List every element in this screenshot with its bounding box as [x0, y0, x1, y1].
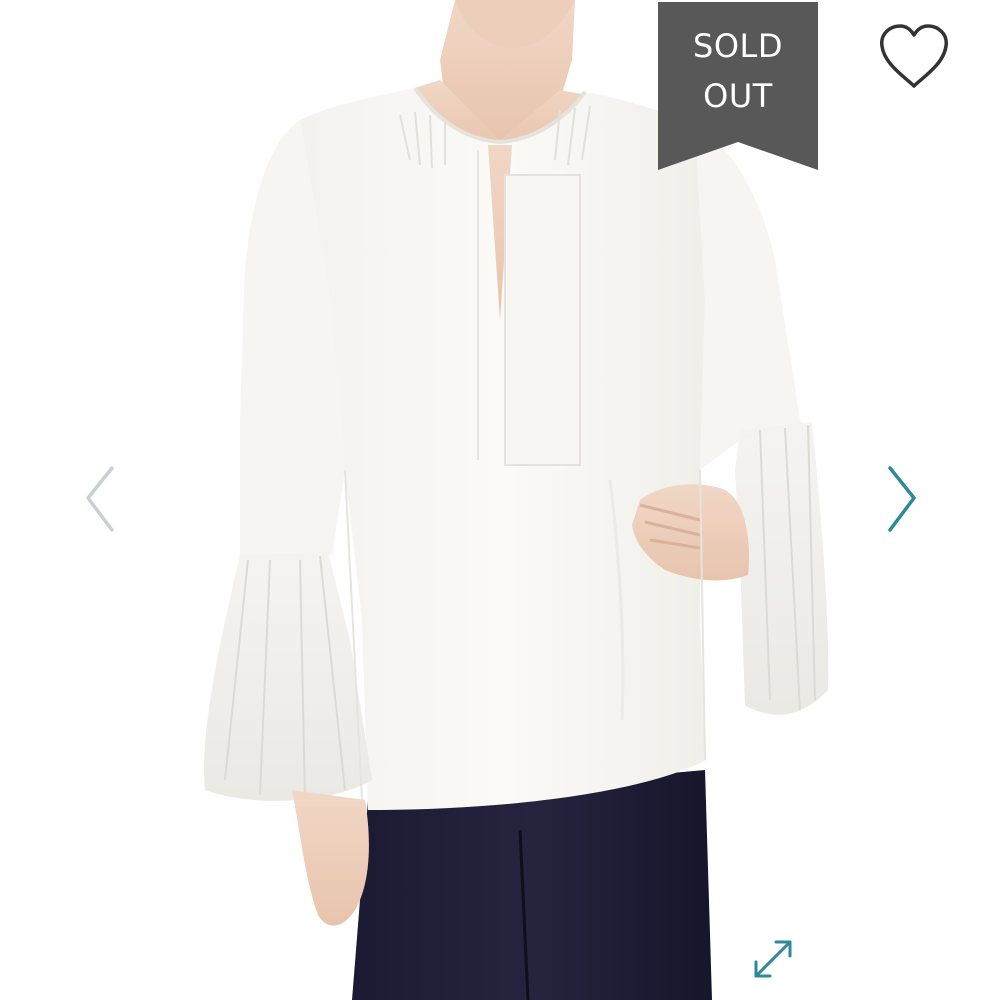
sold-out-text-line2: OUT — [703, 77, 773, 115]
product-photo — [204, 0, 829, 1000]
next-image-button[interactable] — [876, 460, 926, 540]
chevron-right-icon — [888, 466, 916, 532]
expand-image-button[interactable] — [746, 934, 800, 984]
expand-arrows-icon — [754, 940, 792, 978]
chevron-left-icon — [86, 466, 114, 532]
like-button[interactable] — [876, 22, 952, 92]
sold-out-text-line1: SOLD — [693, 27, 783, 65]
previous-image-button[interactable] — [76, 460, 126, 540]
product-image-viewer: SOLD OUT — [0, 0, 1000, 1000]
sold-out-badge: SOLD OUT — [658, 2, 818, 170]
heart-outline-icon — [880, 24, 948, 88]
